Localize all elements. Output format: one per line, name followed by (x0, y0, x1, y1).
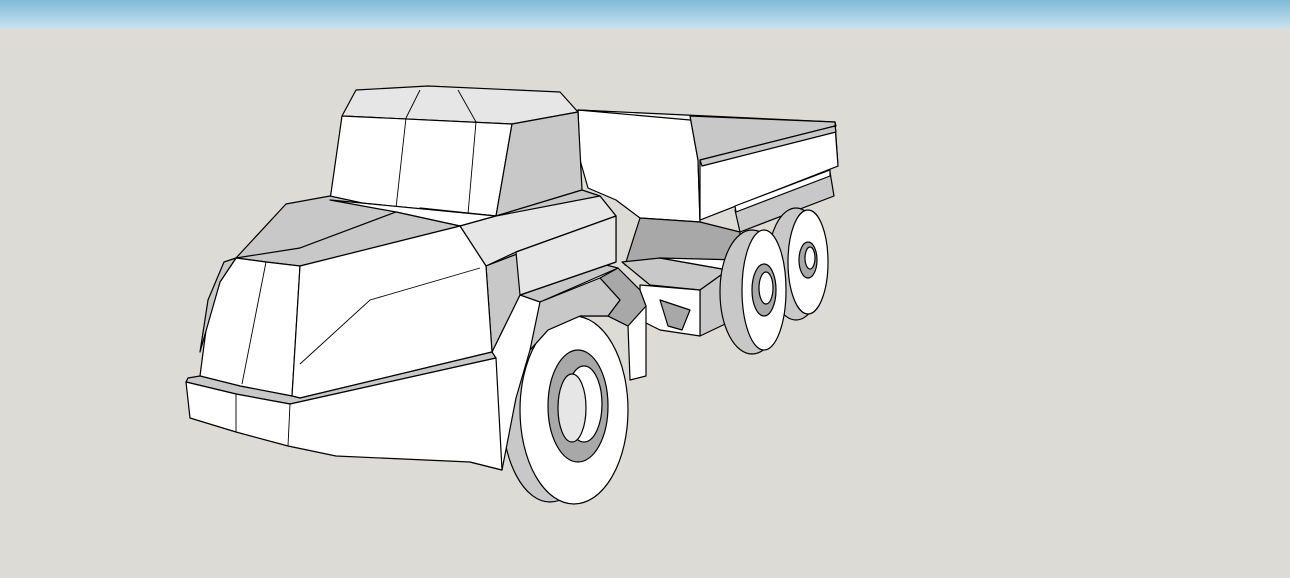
modeling-viewport[interactable] (0, 0, 1290, 578)
middle-rear-wheel[interactable] (719, 229, 787, 355)
cab-front-window (329, 115, 513, 217)
cab[interactable] (329, 85, 583, 217)
dump-truck-model[interactable] (0, 0, 1290, 578)
